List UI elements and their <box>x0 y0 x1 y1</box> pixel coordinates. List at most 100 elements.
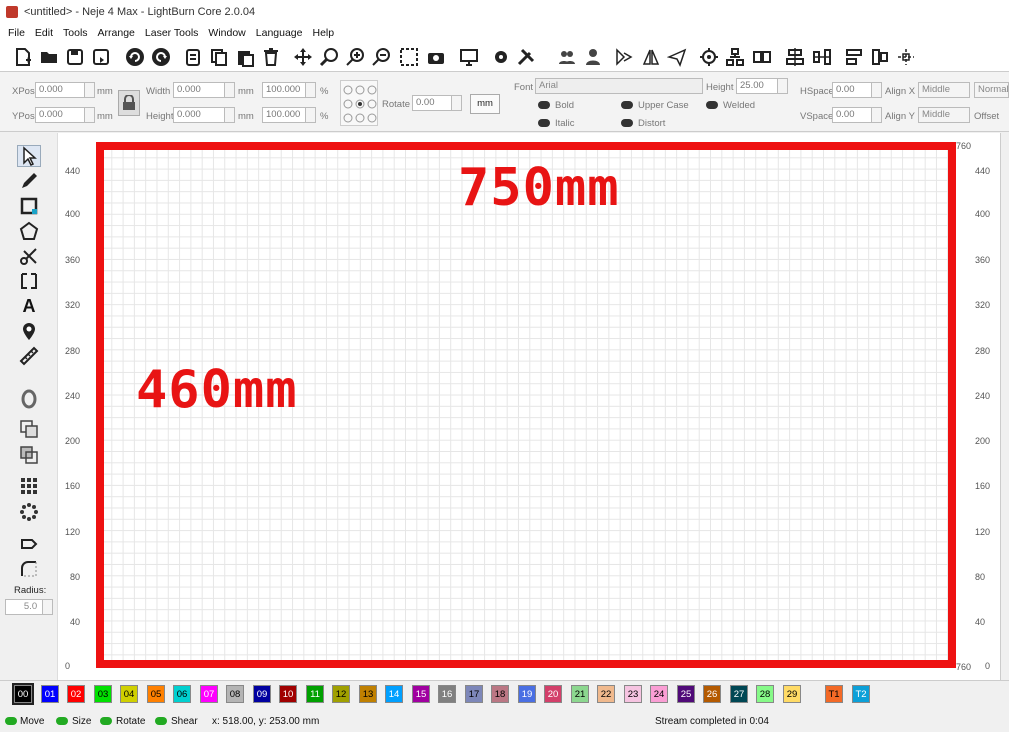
menu-file[interactable]: File <box>8 27 25 39</box>
frame-icon[interactable] <box>398 46 420 68</box>
mirror-h-icon[interactable] <box>613 46 635 68</box>
align-x-select[interactable]: Middle <box>918 82 970 98</box>
cut-icon[interactable] <box>17 245 41 267</box>
vspace-input[interactable]: 0.00 <box>832 107 882 123</box>
delete-icon[interactable] <box>260 46 282 68</box>
layer-swatch-04[interactable]: 04 <box>120 685 138 703</box>
paste-icon[interactable] <box>234 46 256 68</box>
distribute-icon[interactable] <box>811 46 833 68</box>
layer-swatch-23[interactable]: 23 <box>624 685 642 703</box>
layer-swatch-13[interactable]: 13 <box>359 685 377 703</box>
xpos-input[interactable]: 0.000 <box>35 82 95 98</box>
menu-arrange[interactable]: Arrange <box>98 27 135 39</box>
text-icon[interactable]: A <box>17 295 41 317</box>
users-icon[interactable] <box>556 46 578 68</box>
boolean-icon[interactable] <box>17 444 41 466</box>
layer-swatch-05[interactable]: 05 <box>147 685 165 703</box>
align-tree-icon[interactable] <box>724 46 746 68</box>
layer-swatch-25[interactable]: 25 <box>677 685 695 703</box>
hspace-input[interactable]: 0.00 <box>832 82 882 98</box>
layer-swatch-01[interactable]: 01 <box>41 685 59 703</box>
camera-icon[interactable] <box>425 46 447 68</box>
monitor-icon[interactable] <box>458 46 480 68</box>
redo-icon[interactable] <box>150 46 172 68</box>
layer-swatch-27[interactable]: 27 <box>730 685 748 703</box>
pencil-icon[interactable] <box>17 170 41 192</box>
layer-swatch-28[interactable]: 28 <box>756 685 774 703</box>
menu-language[interactable]: Language <box>256 27 303 39</box>
layer-swatch-00[interactable]: 00 <box>12 683 34 705</box>
zoom-out-icon[interactable] <box>370 46 392 68</box>
polygon-icon[interactable] <box>17 220 41 242</box>
move-icon[interactable] <box>292 46 314 68</box>
welded-toggle[interactable] <box>706 101 718 109</box>
menu-tools[interactable]: Tools <box>63 27 88 39</box>
upper-case-toggle[interactable] <box>621 101 633 109</box>
import-icon[interactable] <box>182 46 204 68</box>
copy-icon[interactable] <box>208 46 230 68</box>
layer-swatch-03[interactable]: 03 <box>94 685 112 703</box>
layer-swatch-09[interactable]: 09 <box>253 685 271 703</box>
menu-edit[interactable]: Edit <box>35 27 53 39</box>
layer-swatch-24[interactable]: 24 <box>650 685 668 703</box>
size-toggle[interactable] <box>56 717 68 725</box>
undo-icon[interactable] <box>124 46 146 68</box>
mirror-v-icon[interactable] <box>640 46 662 68</box>
zoom-in-icon[interactable] <box>344 46 366 68</box>
ypos-input[interactable]: 0.000 <box>35 107 95 123</box>
align-center-icon[interactable] <box>784 46 806 68</box>
right-docked-panel[interactable] <box>1000 133 1009 680</box>
scale-height-input[interactable]: 100.000 <box>262 107 316 123</box>
circular-array-icon[interactable] <box>17 501 41 523</box>
anchor-grid[interactable] <box>340 80 378 126</box>
text-mode-select[interactable]: Normal <box>974 82 1009 98</box>
layer-swatch-12[interactable]: 12 <box>332 685 350 703</box>
align-left-icon[interactable] <box>843 46 865 68</box>
target-icon[interactable] <box>698 46 720 68</box>
layer-swatch-14[interactable]: 14 <box>385 685 403 703</box>
menu-window[interactable]: Window <box>208 27 245 39</box>
lock-icon[interactable] <box>118 90 140 116</box>
save-as-icon[interactable] <box>90 46 112 68</box>
font-select[interactable]: Arial <box>535 78 703 94</box>
shear-toggle[interactable] <box>155 717 167 725</box>
position-icon[interactable] <box>17 320 41 342</box>
layer-swatch-02[interactable]: 02 <box>67 685 85 703</box>
rotate-input[interactable]: 0.00 <box>412 95 462 111</box>
layer-swatch-10[interactable]: 10 <box>279 685 297 703</box>
zoom-fit-icon[interactable] <box>318 46 340 68</box>
layer-swatch-15[interactable]: 15 <box>412 685 430 703</box>
grid-array-icon[interactable] <box>17 475 41 497</box>
distort-toggle[interactable] <box>621 119 633 127</box>
layer-swatch-t1[interactable]: T1 <box>825 685 843 703</box>
scale-width-input[interactable]: 100.000 <box>262 82 316 98</box>
measure-icon[interactable] <box>17 345 41 367</box>
align-right-icon[interactable] <box>869 46 891 68</box>
open-folder-icon[interactable] <box>38 46 60 68</box>
ring-icon[interactable] <box>17 388 41 410</box>
layer-swatch-26[interactable]: 26 <box>703 685 721 703</box>
bold-toggle[interactable] <box>538 101 550 109</box>
move-point-icon[interactable] <box>895 46 917 68</box>
move-toggle[interactable] <box>5 717 17 725</box>
corner-icon[interactable] <box>17 558 41 580</box>
layer-swatch-18[interactable]: 18 <box>491 685 509 703</box>
layer-swatch-20[interactable]: 20 <box>544 685 562 703</box>
rotate-toggle[interactable] <box>100 717 112 725</box>
layer-swatch-21[interactable]: 21 <box>571 685 589 703</box>
width-input[interactable]: 0.000 <box>173 82 235 98</box>
align-y-select[interactable]: Middle <box>918 107 970 123</box>
units-button[interactable]: mm <box>470 94 500 114</box>
layer-swatch-07[interactable]: 07 <box>200 685 218 703</box>
weld-icon[interactable] <box>17 418 41 440</box>
group-icon[interactable] <box>751 46 773 68</box>
send-icon[interactable] <box>666 46 688 68</box>
layer-swatch-19[interactable]: 19 <box>518 685 536 703</box>
layer-swatch-29[interactable]: 29 <box>783 685 801 703</box>
user-icon[interactable] <box>582 46 604 68</box>
select-icon[interactable] <box>17 145 41 167</box>
rotate-path-icon[interactable] <box>17 533 41 555</box>
layer-swatch-08[interactable]: 08 <box>226 685 244 703</box>
layer-swatch-16[interactable]: 16 <box>438 685 456 703</box>
frame-tool-icon[interactable] <box>17 270 41 292</box>
